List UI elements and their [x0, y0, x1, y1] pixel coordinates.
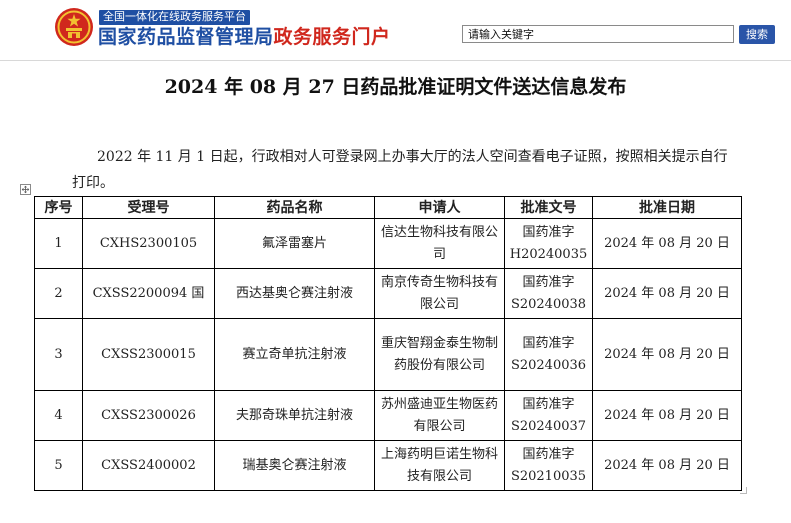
cell-approval-no: 国药准字H20240035: [504, 218, 593, 269]
col-header-acceptance-no: 受理号: [82, 196, 215, 219]
col-header-approval-no: 批准文号: [504, 196, 593, 219]
cell-applicant: 上海药明巨诺生物科技有限公司: [374, 440, 505, 491]
platform-tag: 全国一体化在线政务服务平台: [99, 10, 250, 25]
cell-index: 3: [34, 318, 83, 391]
cell-applicant: 信达生物科技有限公司: [374, 218, 505, 269]
cell-approval-date: 2024 年 08 月 20 日: [592, 318, 742, 391]
cell-approval-no: 国药准字S20240036: [504, 318, 593, 391]
cell-drug-name: 赛立奇单抗注射液: [214, 318, 375, 391]
table-row: 2 CXSS2200094 国 西达基奥仑赛注射液 南京传奇生物科技有限公司 国…: [34, 268, 742, 319]
cell-index: 4: [34, 390, 83, 441]
intro-paragraph: 2022 年 11 月 1 日起，行政相对人可登录网上办事大厅的法人空间查看电子…: [72, 149, 728, 191]
site-title-primary: 国家药品监督管理局: [98, 26, 274, 48]
site-title[interactable]: 国家药品监督管理局政务服务门户: [98, 25, 391, 49]
cell-approval-date: 2024 年 08 月 20 日: [592, 440, 742, 491]
site-header: 全国一体化在线政务服务平台 国家药品监督管理局政务服务门户 搜索: [0, 0, 791, 66]
table-header-row: 序号 受理号 药品名称 申请人 批准文号 批准日期: [34, 196, 742, 219]
cell-acceptance-no: CXHS2300105: [82, 218, 215, 269]
cell-drug-name: 西达基奥仑赛注射液: [214, 268, 375, 319]
cell-drug-name: 氟泽雷塞片: [214, 218, 375, 269]
move-icon[interactable]: [20, 184, 31, 195]
col-header-applicant: 申请人: [374, 196, 505, 219]
cell-approval-date: 2024 年 08 月 20 日: [592, 218, 742, 269]
cell-approval-no: 国药准字S20210035: [504, 440, 593, 491]
approval-table: 序号 受理号 药品名称 申请人 批准文号 批准日期 1 CXHS2300105 …: [34, 196, 742, 491]
cell-drug-name: 夫那奇珠单抗注射液: [214, 390, 375, 441]
cell-applicant: 重庆智翔金泰生物制药股份有限公司: [374, 318, 505, 391]
table-row: 1 CXHS2300105 氟泽雷塞片 信达生物科技有限公司 国药准字H2024…: [34, 218, 742, 269]
table-row: 4 CXSS2300026 夫那奇珠单抗注射液 苏州盛迪亚生物医药有限公司 国药…: [34, 390, 742, 441]
col-header-drug-name: 药品名称: [214, 196, 375, 219]
table-resize-handle[interactable]: [740, 487, 747, 494]
search-button[interactable]: 搜索: [739, 25, 775, 44]
cell-acceptance-no: CXSS2200094 国: [82, 268, 215, 319]
table-row: 3 CXSS2300015 赛立奇单抗注射液 重庆智翔金泰生物制药股份有限公司 …: [34, 318, 742, 391]
table-row: 5 CXSS2400002 瑞基奥仑赛注射液 上海药明巨诺生物科技有限公司 国药…: [34, 440, 742, 491]
col-header-approval-date: 批准日期: [592, 196, 742, 219]
page-title: 2024 年 08 月 27 日药品批准证明文件送达信息发布: [164, 76, 627, 98]
cell-approval-no: 国药准字S20240038: [504, 268, 593, 319]
col-header-index: 序号: [34, 196, 83, 219]
search-input[interactable]: [462, 25, 734, 43]
national-emblem-icon[interactable]: [54, 7, 94, 47]
cell-index: 1: [34, 218, 83, 269]
cell-applicant: 南京传奇生物科技有限公司: [374, 268, 505, 319]
cell-approval-no: 国药准字S20240037: [504, 390, 593, 441]
cell-applicant: 苏州盛迪亚生物医药有限公司: [374, 390, 505, 441]
cell-approval-date: 2024 年 08 月 20 日: [592, 390, 742, 441]
header-divider: [0, 60, 791, 61]
site-title-secondary: 政务服务门户: [273, 26, 391, 48]
cell-drug-name: 瑞基奥仑赛注射液: [214, 440, 375, 491]
cell-index: 5: [34, 440, 83, 491]
cell-approval-date: 2024 年 08 月 20 日: [592, 268, 742, 319]
cell-acceptance-no: CXSS2300026: [82, 390, 215, 441]
cell-acceptance-no: CXSS2400002: [82, 440, 215, 491]
cell-index: 2: [34, 268, 83, 319]
cell-acceptance-no: CXSS2300015: [82, 318, 215, 391]
